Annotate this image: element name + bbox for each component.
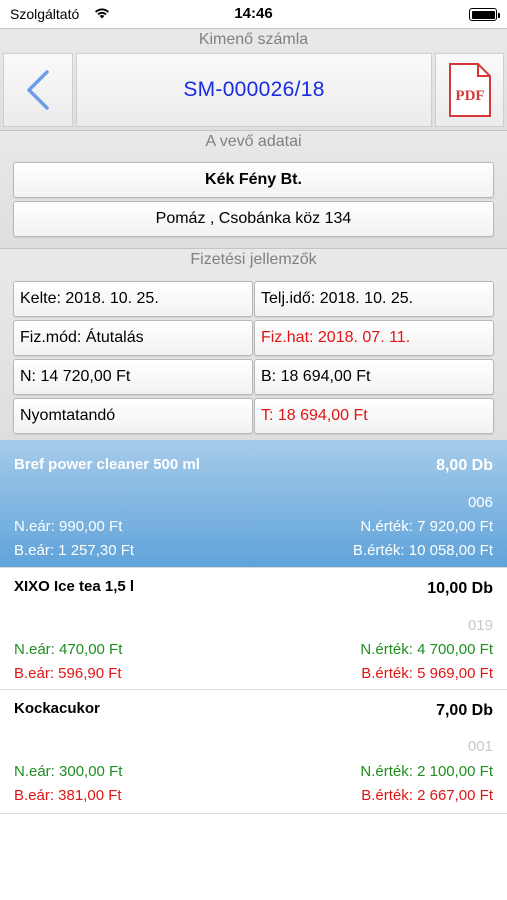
pdf-label: PDF (455, 88, 484, 104)
customer-address: Pomáz , Csobánka köz 134 (13, 201, 494, 237)
payment-due-date: Fiz.hat: 2018. 07. 11. (254, 320, 494, 356)
item-name: Kockacukor (14, 700, 100, 717)
balance-total: T: 18 694,00 Ft (254, 398, 494, 434)
nav-bar: SM-000026/18 PDF (0, 51, 507, 131)
list-item[interactable]: Bref power cleaner 500 ml 8,00 Db 006 N.… (0, 440, 507, 568)
issue-date: Kelte: 2018. 10. 25. (13, 281, 253, 317)
customer-name: Kék Fény Bt. (13, 162, 494, 198)
pdf-icon: PDF (448, 63, 491, 117)
gross-total: B: 18 694,00 Ft (254, 359, 494, 395)
item-gross-value: B.érték: 2 667,00 Ft (361, 787, 493, 804)
item-list: Bref power cleaner 500 ml 8,00 Db 006 N.… (0, 440, 507, 814)
item-quantity: 10,00 Db (427, 580, 493, 597)
invoice-title-cell: SM-000026/18 (76, 53, 432, 127)
header-section: Kimenő számla SM-000026/18 PDF (0, 28, 507, 130)
header-section-title: Kimenő számla (198, 31, 309, 48)
item-code: 006 (467, 494, 493, 511)
item-code: 019 (467, 617, 493, 634)
item-net-value: N.érték: 2 100,00 Ft (360, 763, 493, 780)
pdf-button[interactable]: PDF (435, 53, 504, 127)
item-gross-price: B.eár: 596,90 Ft (14, 665, 122, 682)
item-net-price: N.eár: 990,00 Ft (14, 518, 123, 535)
item-quantity: 8,00 Db (436, 457, 493, 474)
net-total: N: 14 720,00 Ft (13, 359, 253, 395)
item-gross-value: B.érték: 5 969,00 Ft (361, 665, 493, 682)
chevron-left-icon (27, 70, 49, 110)
invoice-number: SM-000026/18 (183, 78, 325, 101)
fulfillment-date: Telj.idő: 2018. 10. 25. (254, 281, 494, 317)
print-status: Nyomtatandó (13, 398, 253, 434)
list-item[interactable]: Kockacukor 7,00 Db 001 N.eár: 300,00 Ft … (0, 690, 507, 814)
item-name: Bref power cleaner 500 ml (14, 456, 200, 473)
item-net-value: N.érték: 4 700,00 Ft (360, 641, 493, 658)
status-bar: Szolgáltató 14:46 (0, 0, 507, 28)
item-gross-price: B.eár: 381,00 Ft (14, 787, 122, 804)
item-gross-value: B.érték: 10 058,00 Ft (352, 542, 493, 559)
back-button[interactable] (3, 53, 73, 127)
payment-section: Fizetési jellemzők Kelte: 2018. 10. 25. … (0, 248, 507, 440)
item-net-value: N.érték: 7 920,00 Ft (360, 518, 493, 535)
item-net-price: N.eár: 300,00 Ft (14, 763, 123, 780)
item-net-price: N.eár: 470,00 Ft (14, 641, 123, 658)
item-name: XIXO Ice tea 1,5 l (14, 578, 135, 595)
customer-section-title: A vevő adatai (205, 133, 302, 150)
item-quantity: 7,00 Db (436, 702, 493, 719)
item-code: 001 (467, 738, 493, 755)
battery-icon (469, 8, 500, 21)
payment-method: Fiz.mód: Átutalás (13, 320, 253, 356)
clock: 14:46 (234, 5, 273, 22)
item-gross-price: B.eár: 1 257,30 Ft (14, 542, 135, 559)
list-item[interactable]: XIXO Ice tea 1,5 l 10,00 Db 019 N.eár: 4… (0, 568, 507, 690)
customer-section: A vevő adatai Kék Fény Bt. Pomáz , Csobá… (0, 130, 507, 248)
payment-section-title: Fizetési jellemzők (190, 251, 317, 268)
